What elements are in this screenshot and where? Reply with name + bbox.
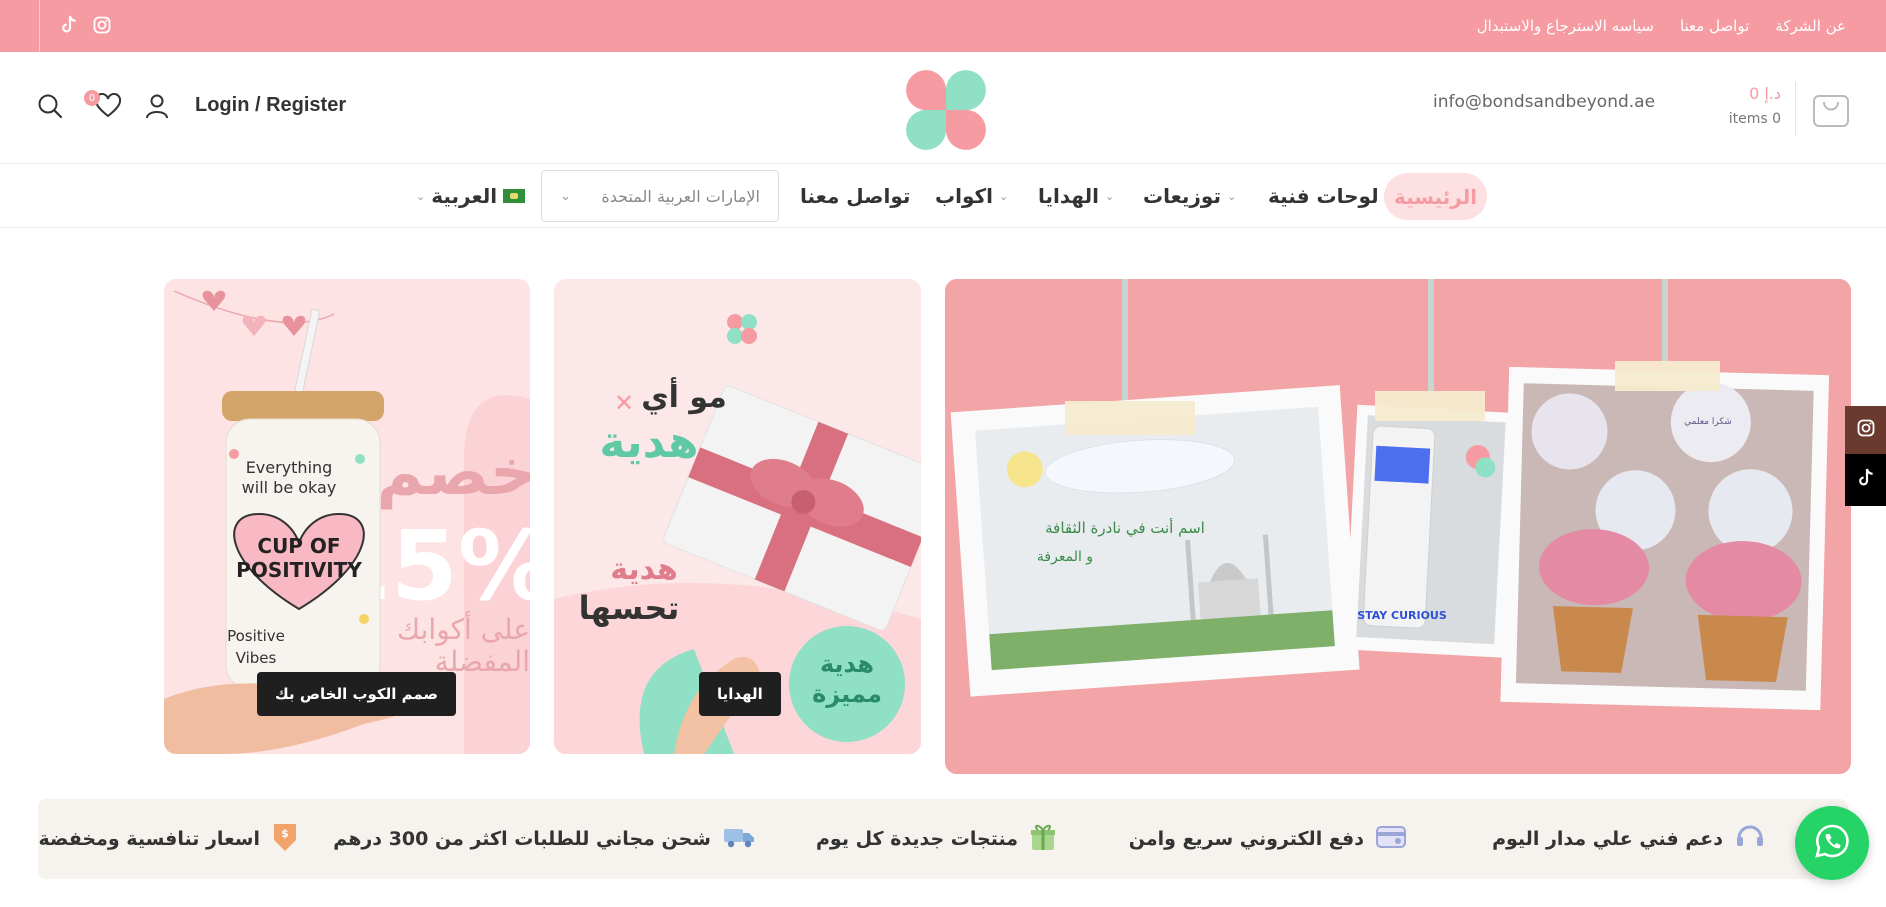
custom-cup-banner[interactable]: خصم 15% على أكوابك المفضلة Everything wi…: [164, 279, 530, 754]
nav-item-home[interactable]: الرئيسية: [1384, 173, 1487, 220]
chevron-down-icon: ⌄: [1226, 189, 1237, 203]
brand-logo[interactable]: [904, 68, 988, 152]
nav-item-label: تواصل معنا: [800, 184, 911, 208]
nav-item-giveaways[interactable]: توزيعات ⌄: [1143, 164, 1236, 228]
nav-item-label: اكواب: [935, 184, 993, 208]
gift-badge-text-1: هدية: [820, 650, 874, 678]
nav-item-gifts[interactable]: الهدايا ⌄: [1038, 164, 1114, 228]
language-label: العربية: [431, 184, 498, 208]
tiktok-icon[interactable]: [57, 12, 81, 38]
feature-item: دعم فني علي مدار اليوم: [1492, 799, 1765, 879]
whatsapp-icon: [1813, 822, 1851, 864]
chevron-down-icon: ⌄: [998, 189, 1009, 203]
user-icon[interactable]: [141, 90, 173, 122]
gift-badge-text-2: مميزة: [812, 680, 882, 708]
main-navigation: الرئيسية لوحات فنية توزيعات ⌄ الهدايا ⌄ …: [0, 164, 1886, 228]
tiktok-icon: [1857, 468, 1875, 492]
credit-card-icon: [1376, 825, 1406, 853]
instagram-icon: [1857, 419, 1875, 441]
feature-label: شحن مجاني للطلبات اكثر من 300 درهم: [333, 828, 711, 850]
top-link-about[interactable]: عن الشركة: [1775, 17, 1846, 35]
svg-text:✕: ✕: [614, 389, 634, 417]
gift-subline-1: هدية: [610, 552, 678, 587]
wishlist-count-badge: 0: [84, 90, 100, 106]
cup-promo-word: خصم: [377, 436, 530, 510]
feature-label: دفع الكتروني سريع وامن: [1128, 828, 1364, 850]
nav-item-art-paintings[interactable]: لوحات فنية: [1268, 164, 1379, 228]
nav-item-contact[interactable]: تواصل معنا: [800, 164, 910, 228]
mug-text-3: Positive: [227, 627, 285, 645]
tumbler-text: STAY CURIOUS: [1357, 609, 1447, 622]
search-icon[interactable]: [34, 90, 66, 122]
feature-item: منتجات جديدة كل يوم: [816, 799, 1056, 879]
support-icon: [1735, 824, 1765, 855]
mug-text-1: Everything: [246, 458, 333, 477]
whatsapp-chat-button[interactable]: [1795, 806, 1869, 880]
login-register-link[interactable]: Login / Register: [195, 94, 346, 117]
feature-item: شحن مجاني للطلبات اكثر من 300 درهم: [333, 799, 755, 879]
cup-promo-line-1: على أكوابك: [397, 610, 530, 646]
nav-item-cups[interactable]: اكواب ⌄: [935, 164, 1008, 228]
sign-text: شكرا معلمي: [1684, 417, 1732, 427]
side-tiktok-button[interactable]: [1845, 454, 1886, 506]
gifts-banner[interactable]: هدية مميزة ✕ مو أي هدية هدية تحسها الهدا…: [554, 279, 921, 754]
uae-flag-icon: [503, 189, 526, 203]
mug-text-2: will be okay: [242, 478, 337, 497]
nav-item-label: الهدايا: [1038, 184, 1099, 208]
side-instagram-button[interactable]: [1845, 406, 1886, 454]
design-cup-button[interactable]: صمم الكوب الخاص بك: [257, 672, 456, 716]
cart-amount[interactable]: 0 د.إ: [1749, 84, 1781, 103]
country-select[interactable]: الإمارات العربية المتحدة ⌄: [541, 170, 779, 222]
chevron-down-icon: ⌄: [416, 189, 426, 203]
hero-illustration: اسم أنت في نادرة الثقافة و المعرفة STAY …: [945, 279, 1851, 774]
painting-text-1: اسم أنت في نادرة الثقافة: [1045, 518, 1205, 538]
main-hero-banner[interactable]: اسم أنت في نادرة الثقافة و المعرفة STAY …: [945, 279, 1851, 774]
top-socials: [0, 0, 111, 52]
chevron-down-icon: ⌄: [560, 188, 571, 204]
feature-label: اسعار تنافسية ومخفضة: [38, 828, 261, 850]
mug-heart-text-1: CUP OF: [257, 534, 340, 558]
cart-items-count[interactable]: items 0: [1729, 111, 1781, 127]
shopping-bag-icon[interactable]: [1812, 86, 1850, 128]
price-tag-icon: $: [272, 822, 298, 857]
truck-icon: [723, 825, 755, 854]
gifts-button[interactable]: الهدايا: [699, 672, 781, 716]
gift-headline-1: مو أي: [641, 377, 727, 415]
painting-text-2: و المعرفة: [1037, 549, 1093, 565]
nav-item-label: لوحات فنية: [1268, 184, 1379, 208]
top-link-contact[interactable]: تواصل معنا: [1680, 17, 1749, 35]
language-switcher[interactable]: ⌄ العربية: [416, 164, 526, 228]
top-link-return-policy[interactable]: سياسه الاسترجاع والاستبدال: [1477, 17, 1654, 35]
feature-label: منتجات جديدة كل يوم: [815, 828, 1018, 850]
nav-item-label: توزيعات: [1143, 184, 1221, 208]
top-links: عن الشركة تواصل معنا سياسه الاسترجاع وال…: [1477, 0, 1846, 52]
cart-divider: [1795, 82, 1796, 136]
gift-subline-2: تحسها: [579, 589, 680, 627]
instagram-icon[interactable]: [90, 12, 114, 38]
gift-headline-2: هدية: [599, 417, 698, 468]
contact-email[interactable]: info@bondsandbeyond.ae: [1433, 92, 1655, 112]
feature-label: دعم فني علي مدار اليوم: [1492, 828, 1723, 850]
top-bar: عن الشركة تواصل معنا سياسه الاسترجاع وال…: [0, 0, 1886, 52]
features-bar: دعم فني علي مدار اليوم دفع الكتروني سريع…: [38, 799, 1848, 879]
chevron-down-icon: ⌄: [1105, 189, 1115, 203]
mug-text-4: Vibes: [236, 649, 277, 667]
country-select-value: الإمارات العربية المتحدة: [601, 186, 760, 206]
site-header: 0 Login / Register info@bondsandbeyond.a…: [0, 52, 1886, 164]
gift-box-icon: [1030, 823, 1056, 856]
svg-text:$: $: [281, 827, 289, 840]
mug-heart-text-2: POSITIVITY: [236, 558, 362, 582]
feature-item: دفع الكتروني سريع وامن: [1129, 799, 1406, 879]
feature-item: $ اسعار تنافسية ومخفضة: [39, 799, 299, 879]
